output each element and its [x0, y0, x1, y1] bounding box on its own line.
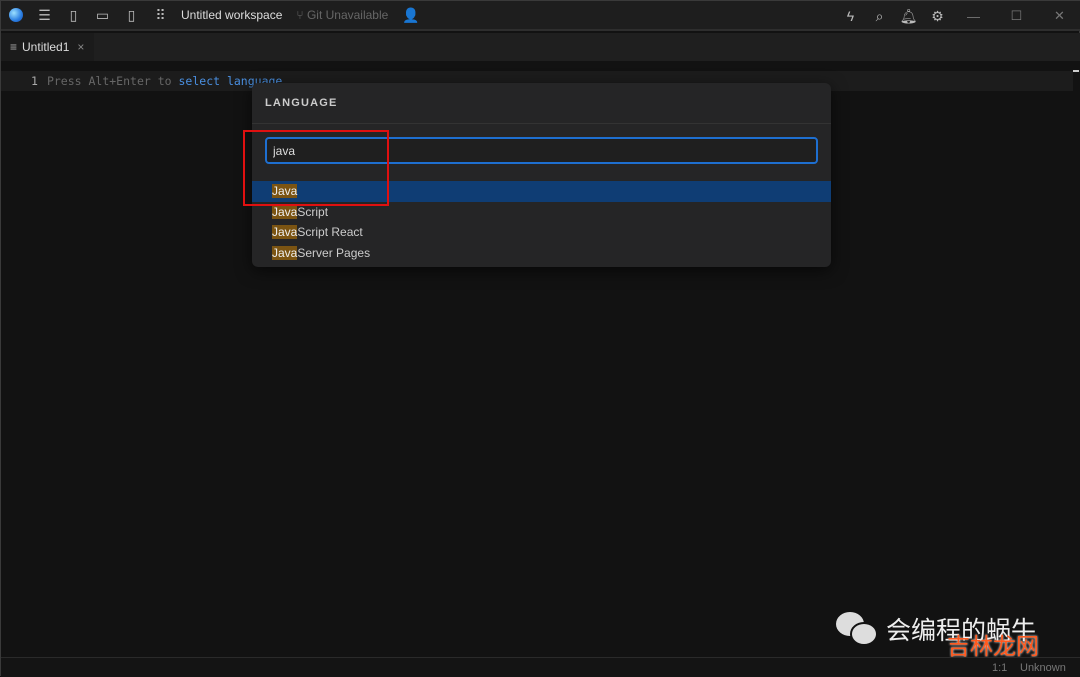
- apps-grid-icon[interactable]: ⠿: [146, 0, 175, 30]
- toggle-right-sidebar-icon[interactable]: ▯: [117, 0, 146, 30]
- git-status[interactable]: ⑂ Git Unavailable: [296, 8, 388, 22]
- branch-icon: ⑂: [296, 8, 307, 22]
- menu-icon[interactable]: ☰: [30, 0, 59, 30]
- scrollbar-thumb[interactable]: [1073, 70, 1079, 72]
- app-logo: [9, 8, 23, 22]
- lightning-icon[interactable]: ϟ: [836, 1, 865, 31]
- text-file-icon: ≡: [10, 40, 18, 54]
- match-highlight: Java: [272, 225, 298, 239]
- cursor-position[interactable]: 1:1: [992, 662, 1007, 674]
- tab-bar: ≡ Untitled1 ×: [1, 33, 1080, 61]
- divider: [252, 123, 831, 124]
- match-highlight: Java: [272, 245, 298, 260]
- maximize-button[interactable]: ☐: [995, 1, 1038, 31]
- close-button[interactable]: ✕: [1038, 1, 1080, 31]
- option-label: Script React: [297, 225, 363, 239]
- wechat-icon: [836, 612, 880, 646]
- line-number: 1: [31, 74, 38, 88]
- watermark-overlay: 吉林龙网: [947, 633, 1039, 659]
- bell-icon[interactable]: 🔔︎: [894, 1, 923, 31]
- search-icon[interactable]: ⌕: [865, 1, 894, 31]
- add-user-icon[interactable]: 👤: [396, 0, 425, 30]
- tab-label: Untitled1: [22, 40, 70, 54]
- annotation-box: [243, 130, 389, 206]
- tab-untitled1[interactable]: ≡ Untitled1 ×: [1, 33, 94, 61]
- workspace-title[interactable]: Untitled workspace: [181, 8, 282, 22]
- title-bar: ☰ ▯ ▭ ▯ ⠿ Untitled workspace ⑂ Git Unava…: [1, 1, 1080, 31]
- hint-text: Press Alt+Enter to: [46, 74, 179, 88]
- language-option-javaserver-pages[interactable]: JavaServer Pages: [252, 243, 831, 264]
- tab-close-icon[interactable]: ×: [77, 40, 84, 54]
- option-label: Script: [297, 204, 329, 219]
- status-bar: 1:1 Unknown: [1, 657, 1080, 677]
- toggle-left-sidebar-icon[interactable]: ▯: [59, 0, 88, 30]
- language-option-javascript-react[interactable]: JavaScript React: [252, 222, 831, 243]
- match-highlight: Java: [272, 204, 298, 219]
- minimize-button[interactable]: —: [952, 1, 995, 31]
- option-label: Server Pages: [297, 245, 371, 260]
- language-mode[interactable]: Unknown: [1020, 662, 1066, 674]
- toggle-bottom-panel-icon[interactable]: ▭: [88, 0, 117, 30]
- settings-icon[interactable]: ⚙: [923, 1, 952, 31]
- picker-title: LANGUAGE: [265, 97, 338, 109]
